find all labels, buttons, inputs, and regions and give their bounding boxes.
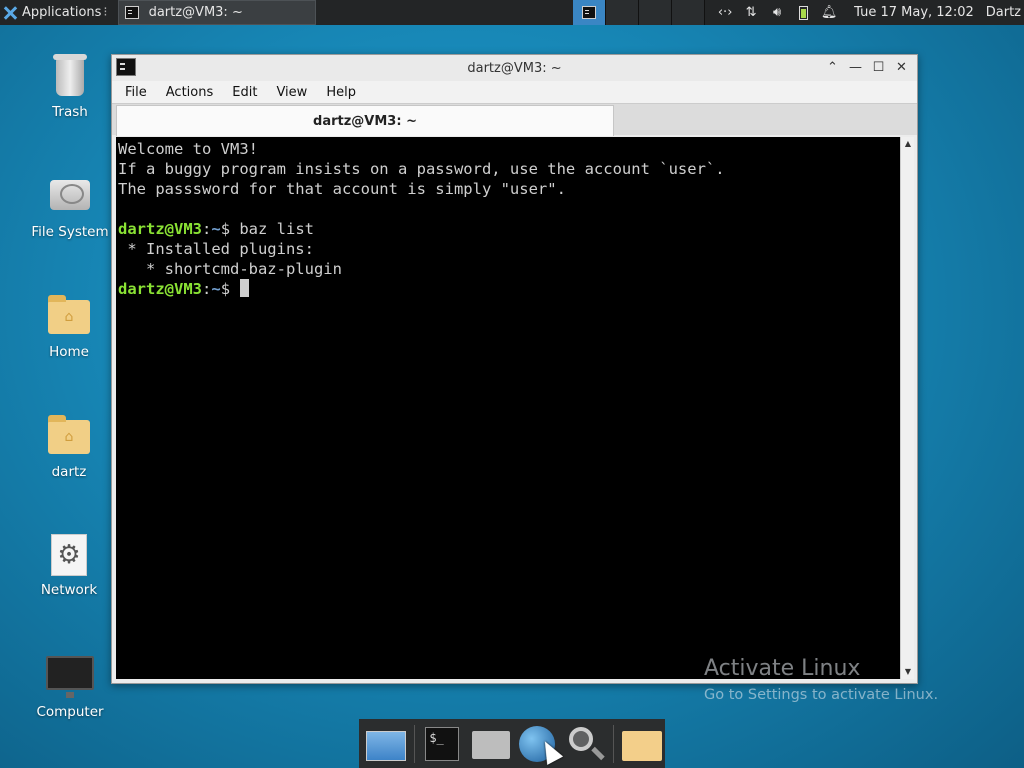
workspace-2[interactable] (606, 0, 639, 25)
window-titlebar[interactable]: dartz@VM3: ~ ⌃ — ☐ ✕ (112, 55, 917, 81)
menu-separator-icon: ⁝ (103, 5, 108, 20)
terminal-prompt-line: dartz@VM3:~$ baz list (118, 219, 898, 239)
terminal-icon (582, 6, 596, 19)
taskbar-terminal-button[interactable]: dartz@VM3: ~ (117, 0, 316, 25)
workspace-1[interactable] (573, 0, 606, 25)
taskbar-terminal-label: dartz@VM3: ~ (148, 5, 243, 20)
system-tray: ‹·› ⇅ 🔊︎ 🔔︎ Tue 17 May, 12:02 Dartz (712, 0, 1024, 25)
terminal-line: The passsword for that account is simply… (118, 180, 566, 198)
files-launcher[interactable] (618, 721, 662, 767)
terminal-icon (124, 6, 139, 19)
battery-icon-wrap[interactable] (790, 0, 816, 25)
text-cursor (240, 279, 250, 297)
tab-bar: dartz@VM3: ~ (112, 103, 917, 136)
prompt-user: dartz@VM3 (118, 280, 202, 298)
terminal-launcher[interactable]: $_ (419, 721, 463, 767)
terminal-line: * shortcmd-baz-plugin (118, 260, 342, 278)
notification-bell-icon[interactable]: 🔔︎ (816, 0, 842, 25)
desktop-icon-label: File System (31, 224, 109, 240)
desktop-icon-trash[interactable]: Trash (15, 52, 125, 120)
home-launcher[interactable] (467, 721, 511, 767)
desktop-icon-label: dartz (51, 464, 87, 480)
xfce-logo-icon (2, 5, 18, 21)
home-folder-icon: ⌂ (48, 295, 90, 334)
home-folder-icon (471, 730, 510, 759)
show-desktop-button[interactable] (363, 721, 407, 767)
activation-title: Activate Linux (704, 656, 861, 681)
terminal-window: dartz@VM3: ~ ⌃ — ☐ ✕ File Actions Edit V… (111, 54, 918, 684)
prompt-user: dartz@VM3 (118, 220, 202, 238)
dock-panel: $_ (359, 719, 665, 768)
monitor-icon (46, 656, 94, 698)
prompt-colon: : (202, 280, 212, 298)
menu-file[interactable]: File (125, 85, 147, 100)
trash-icon (53, 54, 87, 96)
menu-help[interactable]: Help (326, 85, 356, 100)
terminal-line: * Installed plugins: (118, 240, 314, 258)
menu-bar: File Actions Edit View Help (112, 81, 917, 103)
terminal-icon: $_ (425, 726, 460, 761)
desktop-icon-label: Network (40, 582, 98, 598)
prompt-path: ~ (211, 280, 221, 298)
terminal-tab[interactable]: dartz@VM3: ~ (116, 105, 614, 136)
window-title: dartz@VM3: ~ (467, 60, 562, 76)
desktop-icon-label: Home (49, 344, 89, 360)
desktop-icon-label: Trash (52, 104, 88, 120)
shade-button[interactable]: ⌃ (821, 59, 844, 77)
search-launcher[interactable] (561, 721, 605, 767)
workspace-3[interactable] (639, 0, 672, 25)
prompt-colon: : (202, 220, 212, 238)
user-menu[interactable]: Dartz (986, 5, 1021, 20)
terminal-scrollbar[interactable]: ▲ ▼ (900, 137, 914, 679)
network-transfer-icon[interactable]: ⇅ (738, 0, 764, 25)
desktop-icon-computer[interactable]: Computer (15, 652, 125, 720)
close-button[interactable]: ✕ (890, 59, 913, 77)
dock-separator (612, 724, 614, 763)
terminal-icon[interactable] (116, 58, 136, 76)
battery-icon (798, 5, 808, 20)
menu-actions[interactable]: Actions (166, 85, 214, 100)
scroll-up-icon[interactable]: ▲ (901, 137, 915, 151)
show-desktop-icon (366, 730, 406, 761)
minimize-button[interactable]: — (844, 59, 867, 77)
maximize-button[interactable]: ☐ (867, 59, 890, 77)
activation-watermark: Activate Linux Go to Settings to activat… (704, 656, 938, 703)
workspace-pager[interactable] (573, 0, 705, 25)
terminal-line: If a buggy program insists on a password… (118, 160, 725, 178)
volume-icon[interactable]: 🔊︎ (764, 0, 790, 25)
network-arrows-icon[interactable]: ‹·› (712, 0, 738, 25)
activation-subtitle: Go to Settings to activate Linux. (704, 687, 939, 703)
clock[interactable]: Tue 17 May, 12:02 (854, 5, 974, 20)
desktop-icon-network[interactable]: ⚙ Network (14, 530, 124, 598)
menu-view[interactable]: View (276, 85, 307, 100)
terminal-prompt-line: dartz@VM3:~$ (118, 279, 898, 299)
terminal-output[interactable]: Welcome to VM3! If a buggy program insis… (116, 137, 900, 679)
applications-label: Applications (22, 5, 102, 20)
terminal-line: Welcome to VM3! (118, 140, 258, 158)
desktop-icon-home[interactable]: ⌂ Home (14, 292, 124, 360)
hard-drive-icon (50, 180, 90, 210)
files-folder-icon (621, 730, 662, 761)
prompt-path: ~ (211, 220, 221, 238)
applications-menu-button[interactable]: Applications ⁝ (0, 0, 114, 25)
prompt-command: $ baz list (220, 220, 315, 238)
network-gear-icon: ⚙ (51, 534, 87, 576)
home-folder-icon: ⌂ (48, 415, 90, 454)
dock-separator (414, 724, 416, 763)
workspace-4[interactable] (672, 0, 705, 25)
menu-edit[interactable]: Edit (232, 85, 257, 100)
top-panel: Applications ⁝ dartz@VM3: ~ ‹·› ⇅ 🔊︎ 🔔︎ … (0, 0, 1024, 25)
desktop-icon-file-system[interactable]: File System (15, 172, 125, 240)
desktop-icon-dartz[interactable]: ⌂ dartz (14, 412, 124, 480)
search-icon (569, 726, 594, 751)
prompt-command: $ (220, 280, 240, 298)
desktop-icon-label: Computer (36, 704, 104, 720)
